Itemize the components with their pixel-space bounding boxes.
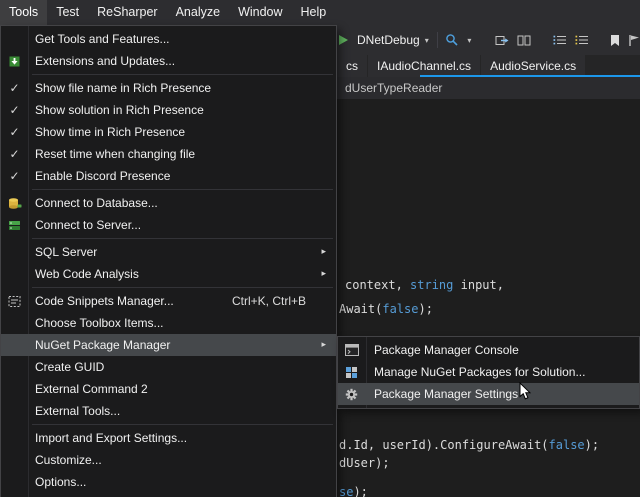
checkmark-icon: ✓: [1, 121, 28, 143]
menu-item-label: Reset time when changing file: [35, 147, 195, 161]
submenu-arrow-icon: ▸: [321, 247, 326, 257]
menu-item-label: NuGet Package Manager: [35, 338, 170, 352]
menu-separator: [32, 287, 333, 288]
menu-item-show-file-name-in-rich-presence[interactable]: ✓ Show file name in Rich Presence: [1, 77, 336, 99]
menu-item-label: Customize...: [35, 453, 102, 467]
menu-item-label: External Command 2: [35, 382, 148, 396]
menu-item-create-guid[interactable]: Create GUID: [1, 356, 336, 378]
checkmark-icon: ✓: [1, 165, 28, 187]
menu-separator: [32, 189, 333, 190]
nuget-submenu: Package Manager Console Manage NuGet Pac…: [337, 336, 640, 409]
menu-item-options[interactable]: Options...: [1, 471, 336, 493]
menu-separator: [32, 238, 333, 239]
menu-item-web-code-analysis[interactable]: Web Code Analysis ▸: [1, 263, 336, 285]
menu-item-label: Package Manager Console: [374, 343, 519, 357]
numbered-list-icon[interactable]: [575, 34, 589, 46]
code-line: d.Id, userId).ConfigureAwait(false);: [339, 438, 599, 452]
debug-profile-label: DNetDebug: [357, 33, 420, 47]
chevron-down-icon[interactable]: ▾: [467, 36, 471, 45]
menu-item-shortcut: Ctrl+K, Ctrl+B: [232, 294, 306, 308]
menu-item-connect-to-database[interactable]: Connect to Database...: [1, 192, 336, 214]
submenu-arrow-icon: ▸: [321, 340, 326, 350]
console-icon: [338, 339, 365, 361]
toolbar-separator: [437, 32, 438, 48]
submenu-arrow-icon: ▸: [321, 269, 326, 279]
code-line: context, string input,: [345, 278, 504, 292]
menu-item-label: Manage NuGet Packages for Solution...: [374, 365, 585, 379]
chevron-down-icon: ▾: [425, 36, 429, 45]
menubar-item-window[interactable]: Window: [229, 0, 291, 25]
menu-item-extensions-and-updates[interactable]: Extensions and Updates...: [1, 50, 336, 72]
bookmark-icon[interactable]: [610, 34, 620, 47]
menu-item-label: Package Manager Settings: [374, 387, 518, 401]
line-list-icon[interactable]: [553, 34, 567, 46]
menu-item-label: Code Snippets Manager...: [35, 294, 174, 308]
menu-item-label: Enable Discord Presence: [35, 169, 170, 183]
menu-item-label: External Tools...: [35, 404, 120, 418]
menubar-item-analyze[interactable]: Analyze: [167, 0, 229, 25]
menu-item-label: Import and Export Settings...: [35, 431, 187, 445]
menu-item-enable-discord-presence[interactable]: ✓ Enable Discord Presence: [1, 165, 336, 187]
menu-item-code-snippets-manager[interactable]: Code Snippets Manager... Ctrl+K, Ctrl+B: [1, 290, 336, 312]
menu-item-label: Extensions and Updates...: [35, 54, 175, 68]
flag-icon[interactable]: [628, 34, 640, 47]
database-icon: [1, 192, 28, 214]
tab-iaudiochannel[interactable]: IAudioChannel.cs: [368, 55, 480, 77]
menu-item-customize[interactable]: Customize...: [1, 449, 336, 471]
code-line: Await(false);: [339, 302, 433, 316]
menu-item-show-solution-in-rich-presence[interactable]: ✓ Show solution in Rich Presence: [1, 99, 336, 121]
debug-profile-dropdown[interactable]: DNetDebug ▾: [357, 33, 429, 47]
menu-item-label: SQL Server: [35, 245, 97, 259]
menu-item-label: Choose Toolbox Items...: [35, 316, 164, 330]
tools-menu: Get Tools and Features... Extensions and…: [0, 25, 337, 497]
menu-separator: [32, 74, 333, 75]
gear-icon: [338, 383, 365, 405]
menu-separator: [32, 424, 333, 425]
menu-item-show-time-in-rich-presence[interactable]: ✓ Show time in Rich Presence: [1, 121, 336, 143]
menubar-item-tools[interactable]: Tools: [0, 0, 47, 25]
member-dropdown[interactable]: dUserTypeReader: [345, 81, 442, 95]
menu-item-label: Show file name in Rich Presence: [35, 81, 211, 95]
menu-item-label: Options...: [35, 475, 86, 489]
menubar: Tools Test ReSharper Analyze Window Help: [0, 0, 640, 25]
menu-item-choose-toolbox-items[interactable]: Choose Toolbox Items...: [1, 312, 336, 334]
menu-item-label: Get Tools and Features...: [35, 32, 170, 46]
start-debug-icon[interactable]: [338, 34, 349, 46]
code-line: dUser);: [339, 456, 390, 470]
menu-item-sql-server[interactable]: SQL Server ▸: [1, 241, 336, 263]
menu-item-get-tools-and-features[interactable]: Get Tools and Features...: [1, 28, 336, 50]
menu-item-reset-time-when-changing-file[interactable]: ✓ Reset time when changing file: [1, 143, 336, 165]
columns-icon[interactable]: [517, 34, 531, 47]
menu-item-connect-to-server[interactable]: Connect to Server...: [1, 214, 336, 236]
menubar-item-resharper[interactable]: ReSharper: [88, 0, 166, 25]
menu-item-external-tools[interactable]: External Tools...: [1, 400, 336, 422]
menubar-item-help[interactable]: Help: [292, 0, 336, 25]
submenu-item-package-manager-settings[interactable]: Package Manager Settings: [338, 383, 639, 405]
menubar-item-test[interactable]: Test: [47, 0, 88, 25]
menu-item-nuget-package-manager[interactable]: NuGet Package Manager ▸: [1, 334, 336, 356]
menu-item-label: Web Code Analysis: [35, 267, 139, 281]
menu-item-label: Connect to Database...: [35, 196, 158, 210]
tab-audioservice[interactable]: AudioService.cs: [481, 55, 585, 77]
snippets-icon: [1, 290, 28, 312]
tab-partial[interactable]: cs: [337, 55, 367, 77]
extensions-icon: [1, 50, 28, 72]
menu-item-label: Show solution in Rich Presence: [35, 103, 204, 117]
server-icon: [1, 214, 28, 236]
checkmark-icon: ✓: [1, 143, 28, 165]
submenu-item-manage-nuget-packages-for-solution[interactable]: Manage NuGet Packages for Solution...: [338, 361, 639, 383]
checkmark-icon: ✓: [1, 99, 28, 121]
visual-studio-window: Tools Test ReSharper Analyze Window Help…: [0, 0, 640, 497]
menu-item-import-and-export-settings[interactable]: Import and Export Settings...: [1, 427, 336, 449]
menu-item-external-command-2[interactable]: External Command 2: [1, 378, 336, 400]
menu-item-label: Show time in Rich Presence: [35, 125, 185, 139]
checkmark-icon: ✓: [1, 77, 28, 99]
search-icon[interactable]: [445, 33, 459, 47]
submenu-item-package-manager-console[interactable]: Package Manager Console: [338, 339, 639, 361]
box-arrow-icon[interactable]: [495, 34, 509, 47]
menu-item-label: Create GUID: [35, 360, 104, 374]
code-line: se);: [339, 485, 368, 497]
packages-icon: [338, 361, 365, 383]
menu-item-label: Connect to Server...: [35, 218, 141, 232]
